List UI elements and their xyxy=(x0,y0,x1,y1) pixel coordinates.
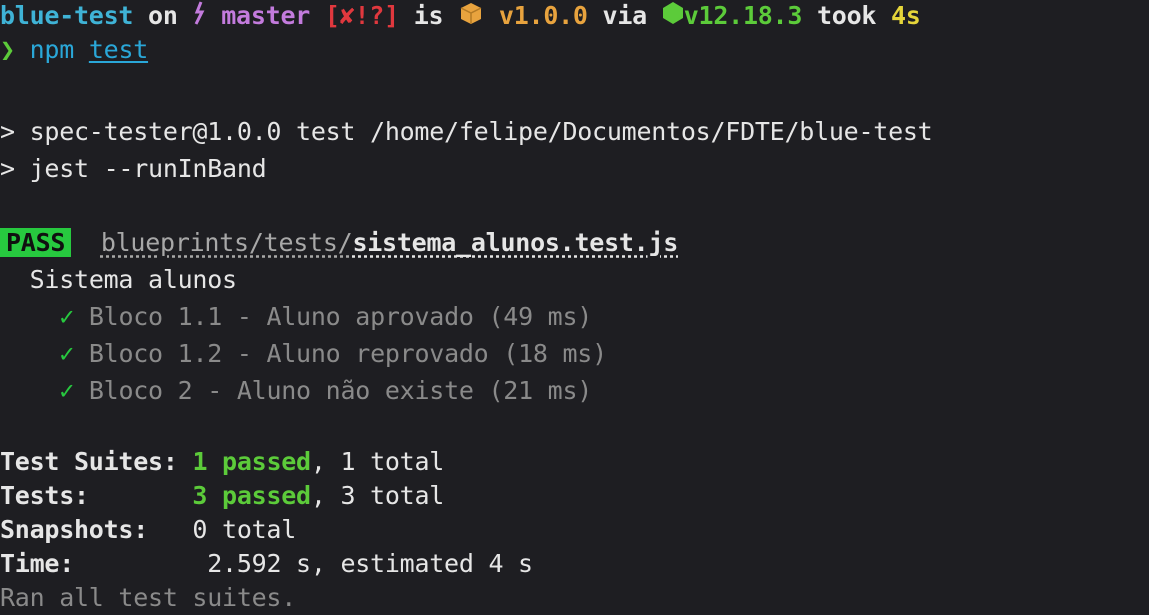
check-icon: ✓ xyxy=(59,376,75,405)
prompt-node-version: v12.18.3 xyxy=(683,1,803,30)
prompt-char-icon: ❯ xyxy=(0,35,15,64)
prompt-package-version: v1.0.0 xyxy=(498,1,588,30)
nodejs-icon xyxy=(662,1,684,33)
summary-label: Test Suites: xyxy=(0,447,178,476)
package-icon xyxy=(458,1,484,33)
summary-value: 2.592 s, estimated 4 s xyxy=(207,549,533,578)
test-case-label: Bloco 1.2 - Aluno reprovado (18 ms) xyxy=(88,339,607,368)
prompt-via-text: via xyxy=(587,1,662,30)
command-line[interactable]: ❯ npm test xyxy=(0,34,148,66)
summary-test-suites: Test Suites: 1 passed, 1 total xyxy=(0,446,444,478)
prompt-duration: 4s xyxy=(890,1,921,30)
summary-label: Tests: xyxy=(0,481,89,510)
test-case-label: Bloco 2 - Aluno não existe (21 ms) xyxy=(88,376,593,405)
status-badge: PASS xyxy=(0,228,72,257)
prompt-directory: blue-test xyxy=(0,1,134,30)
prompt-branch: master xyxy=(221,1,311,30)
command-argument: test xyxy=(88,35,149,64)
test-case: ✓ Bloco 1.1 - Aluno aprovado (49 ms) xyxy=(0,301,592,333)
summary-passed: 1 passed xyxy=(192,447,311,476)
summary-tests: Tests: 3 passed, 3 total xyxy=(0,480,444,512)
test-file-result: PASS blueprints/tests/sistema_alunos.tes… xyxy=(0,227,678,259)
npm-script-line: > spec-tester@1.0.0 test /home/felipe/Do… xyxy=(0,117,933,146)
summary-passed: 3 passed xyxy=(192,481,311,510)
summary-total: , 1 total xyxy=(310,447,445,476)
command-name: npm xyxy=(29,35,75,64)
prompt-git-status: [✘!?] xyxy=(324,1,399,30)
summary-value: 0 total xyxy=(192,515,297,544)
summary-label: Time: xyxy=(0,549,75,578)
prompt-is-text: is xyxy=(398,1,459,30)
check-icon: ✓ xyxy=(59,339,75,368)
summary-snapshots: Snapshots: 0 total xyxy=(0,514,296,546)
prompt-took-text: took xyxy=(802,1,891,30)
prompt-line: blue-test on master [✘!?] is v1.0.0 via … xyxy=(0,0,921,32)
test-file-dir: blueprints/tests/ xyxy=(100,228,353,257)
summary-total: , 3 total xyxy=(310,481,445,510)
summary-footer: Ran all test suites. xyxy=(0,583,297,612)
check-icon: ✓ xyxy=(59,302,75,331)
test-file-name: sistema_alunos.test.js xyxy=(352,228,679,257)
prompt-on-text: on xyxy=(133,1,193,30)
summary-label: Snapshots: xyxy=(0,515,149,544)
npm-command-line: > jest --runInBand xyxy=(0,154,267,183)
test-case: ✓ Bloco 1.2 - Aluno reprovado (18 ms) xyxy=(0,338,607,370)
test-case-label: Bloco 1.1 - Aluno aprovado (49 ms) xyxy=(88,302,593,331)
summary-time: Time: 2.592 s, estimated 4 s xyxy=(0,548,533,580)
test-case: ✓ Bloco 2 - Aluno não existe (21 ms) xyxy=(0,375,592,407)
git-branch-icon xyxy=(192,1,206,33)
terminal-window[interactable]: blue-test on master [✘!?] is v1.0.0 via … xyxy=(0,0,1149,615)
test-suite-name: Sistema alunos xyxy=(0,264,237,296)
test-suite-label: Sistema alunos xyxy=(29,265,237,294)
